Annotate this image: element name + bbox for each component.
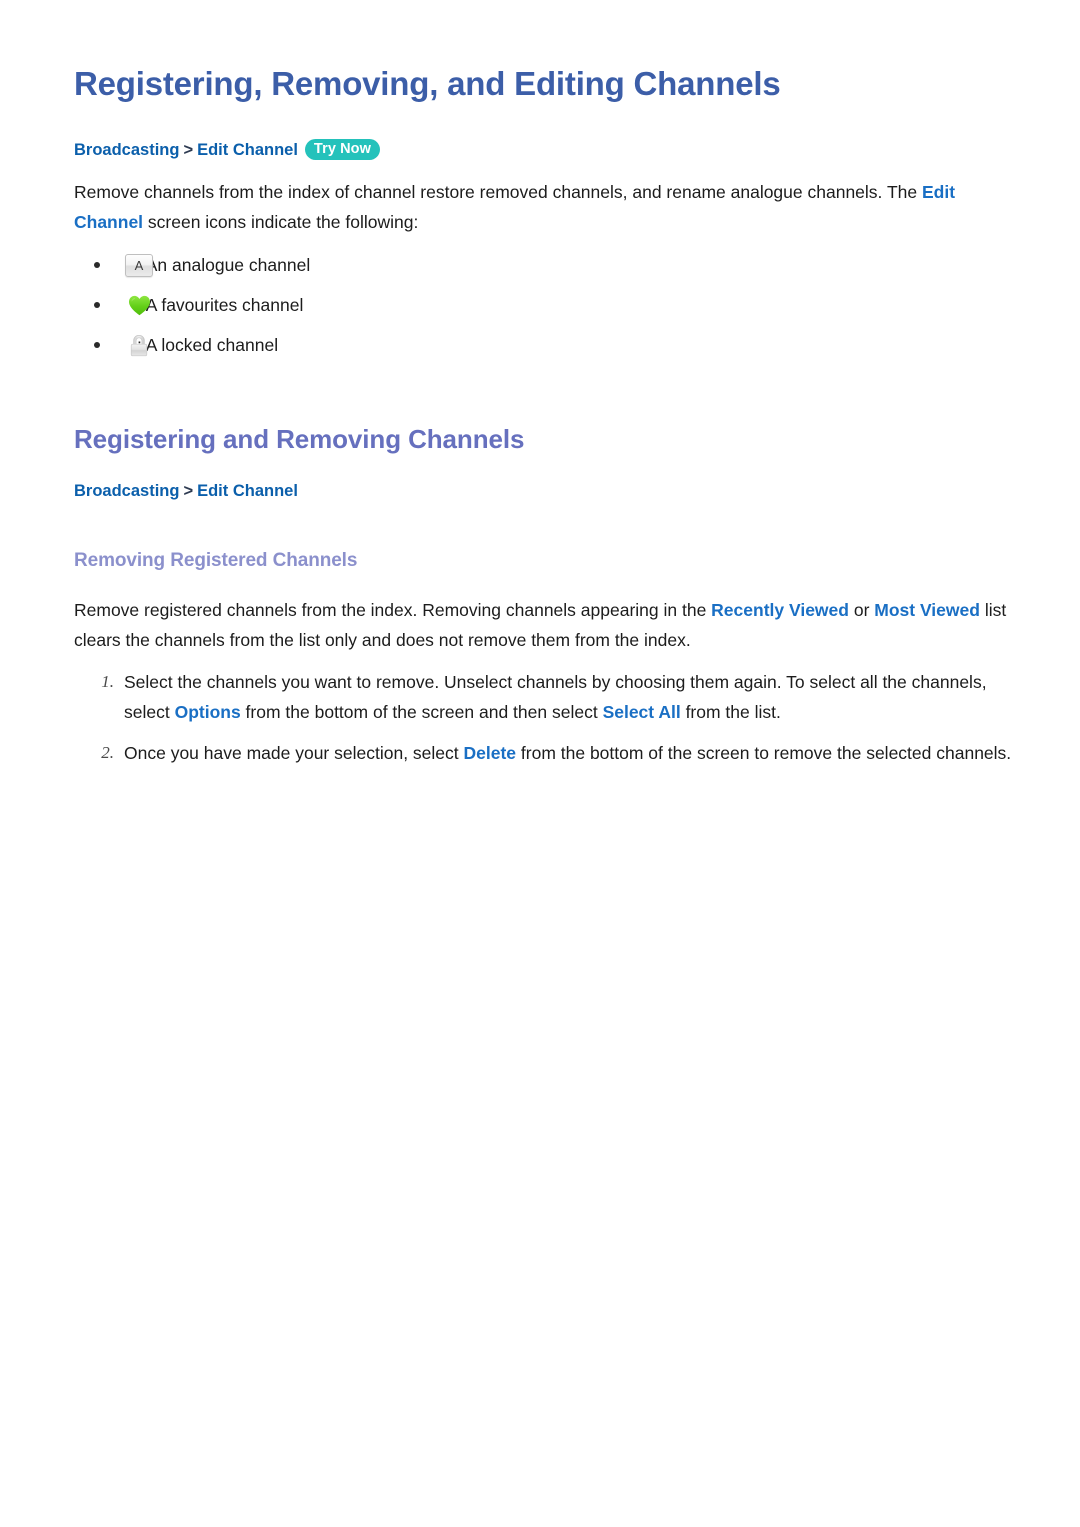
highlight-recently-viewed[interactable]: Recently Viewed — [711, 600, 849, 620]
highlight-most-viewed[interactable]: Most Viewed — [874, 600, 980, 620]
analogue-channel-icon: A — [122, 245, 156, 285]
try-now-badge[interactable]: Try Now — [304, 139, 381, 160]
list-item: 2. Once you have made your selection, sel… — [74, 738, 1018, 768]
breadcrumb-item-edit-channel[interactable]: Edit Channel — [197, 482, 298, 500]
section-heading: Registering and Removing Channels — [74, 424, 525, 454]
chevron-right-icon: > — [183, 482, 194, 500]
breadcrumb-top: Broadcasting > Edit Channel Try Now — [74, 138, 1018, 162]
bullet-dot — [94, 342, 100, 348]
bullet-dot — [94, 302, 100, 308]
sub-heading: Removing Registered Channels — [74, 550, 358, 571]
intro-paragraph: Remove channels from the index of channe… — [74, 177, 1018, 237]
section-paragraph: Remove registered channels from the inde… — [74, 595, 1018, 655]
breadcrumb-section: Broadcasting > Edit Channel — [74, 479, 1018, 503]
step-number: 1. — [101, 672, 114, 691]
highlight-delete[interactable]: Delete — [464, 743, 517, 763]
step-text-part2: from the bottom of the screen and then s… — [240, 702, 603, 722]
list-item: : A favourites channel — [74, 285, 1018, 325]
paragraph-part2: or — [848, 600, 875, 620]
list-item: 1. Select the channels you want to remove… — [74, 667, 1018, 727]
favourite-channel-description: : A favourites channel — [137, 295, 304, 315]
analogue-channel-icon-label: A — [125, 253, 153, 277]
page-title: Registering, Removing, and Editing Chann… — [74, 65, 781, 102]
step-list: 1. Select the channels you want to remove… — [74, 667, 1018, 768]
step-text-part1: Once you have made your selection, selec… — [124, 743, 464, 763]
analogue-channel-description: : An analogue channel — [137, 255, 311, 275]
list-item: A : An analogue channel — [74, 245, 1018, 285]
chevron-right-icon: > — [183, 141, 194, 159]
locked-padlock-icon — [122, 325, 156, 365]
intro-text-part1: Remove channels from the index of channe… — [74, 182, 922, 202]
icon-legend-list: A : An analogue channel: A favourites c… — [74, 245, 1018, 365]
paragraph-part1: Remove registered channels from the inde… — [74, 600, 712, 620]
step-text-part3: from the list. — [680, 702, 781, 722]
bullet-dot — [94, 262, 100, 268]
intro-text-part2: screen icons indicate the following: — [143, 212, 419, 232]
step-text-part2: from the bottom of the screen to remove … — [516, 743, 1012, 763]
breadcrumb-item-broadcasting[interactable]: Broadcasting — [74, 482, 179, 500]
highlight-select-all[interactable]: Select All — [603, 702, 681, 722]
breadcrumb-item-edit-channel[interactable]: Edit Channel — [197, 141, 298, 159]
list-item: : A locked channel — [74, 325, 1018, 365]
highlight-options[interactable]: Options — [175, 702, 241, 722]
breadcrumb-item-broadcasting[interactable]: Broadcasting — [74, 141, 179, 159]
favourite-heart-icon — [122, 285, 156, 325]
locked-channel-description: : A locked channel — [137, 335, 279, 355]
step-number: 2. — [101, 743, 114, 762]
document-page: Registering, Removing, and Editing Chann… — [0, 0, 1080, 1527]
